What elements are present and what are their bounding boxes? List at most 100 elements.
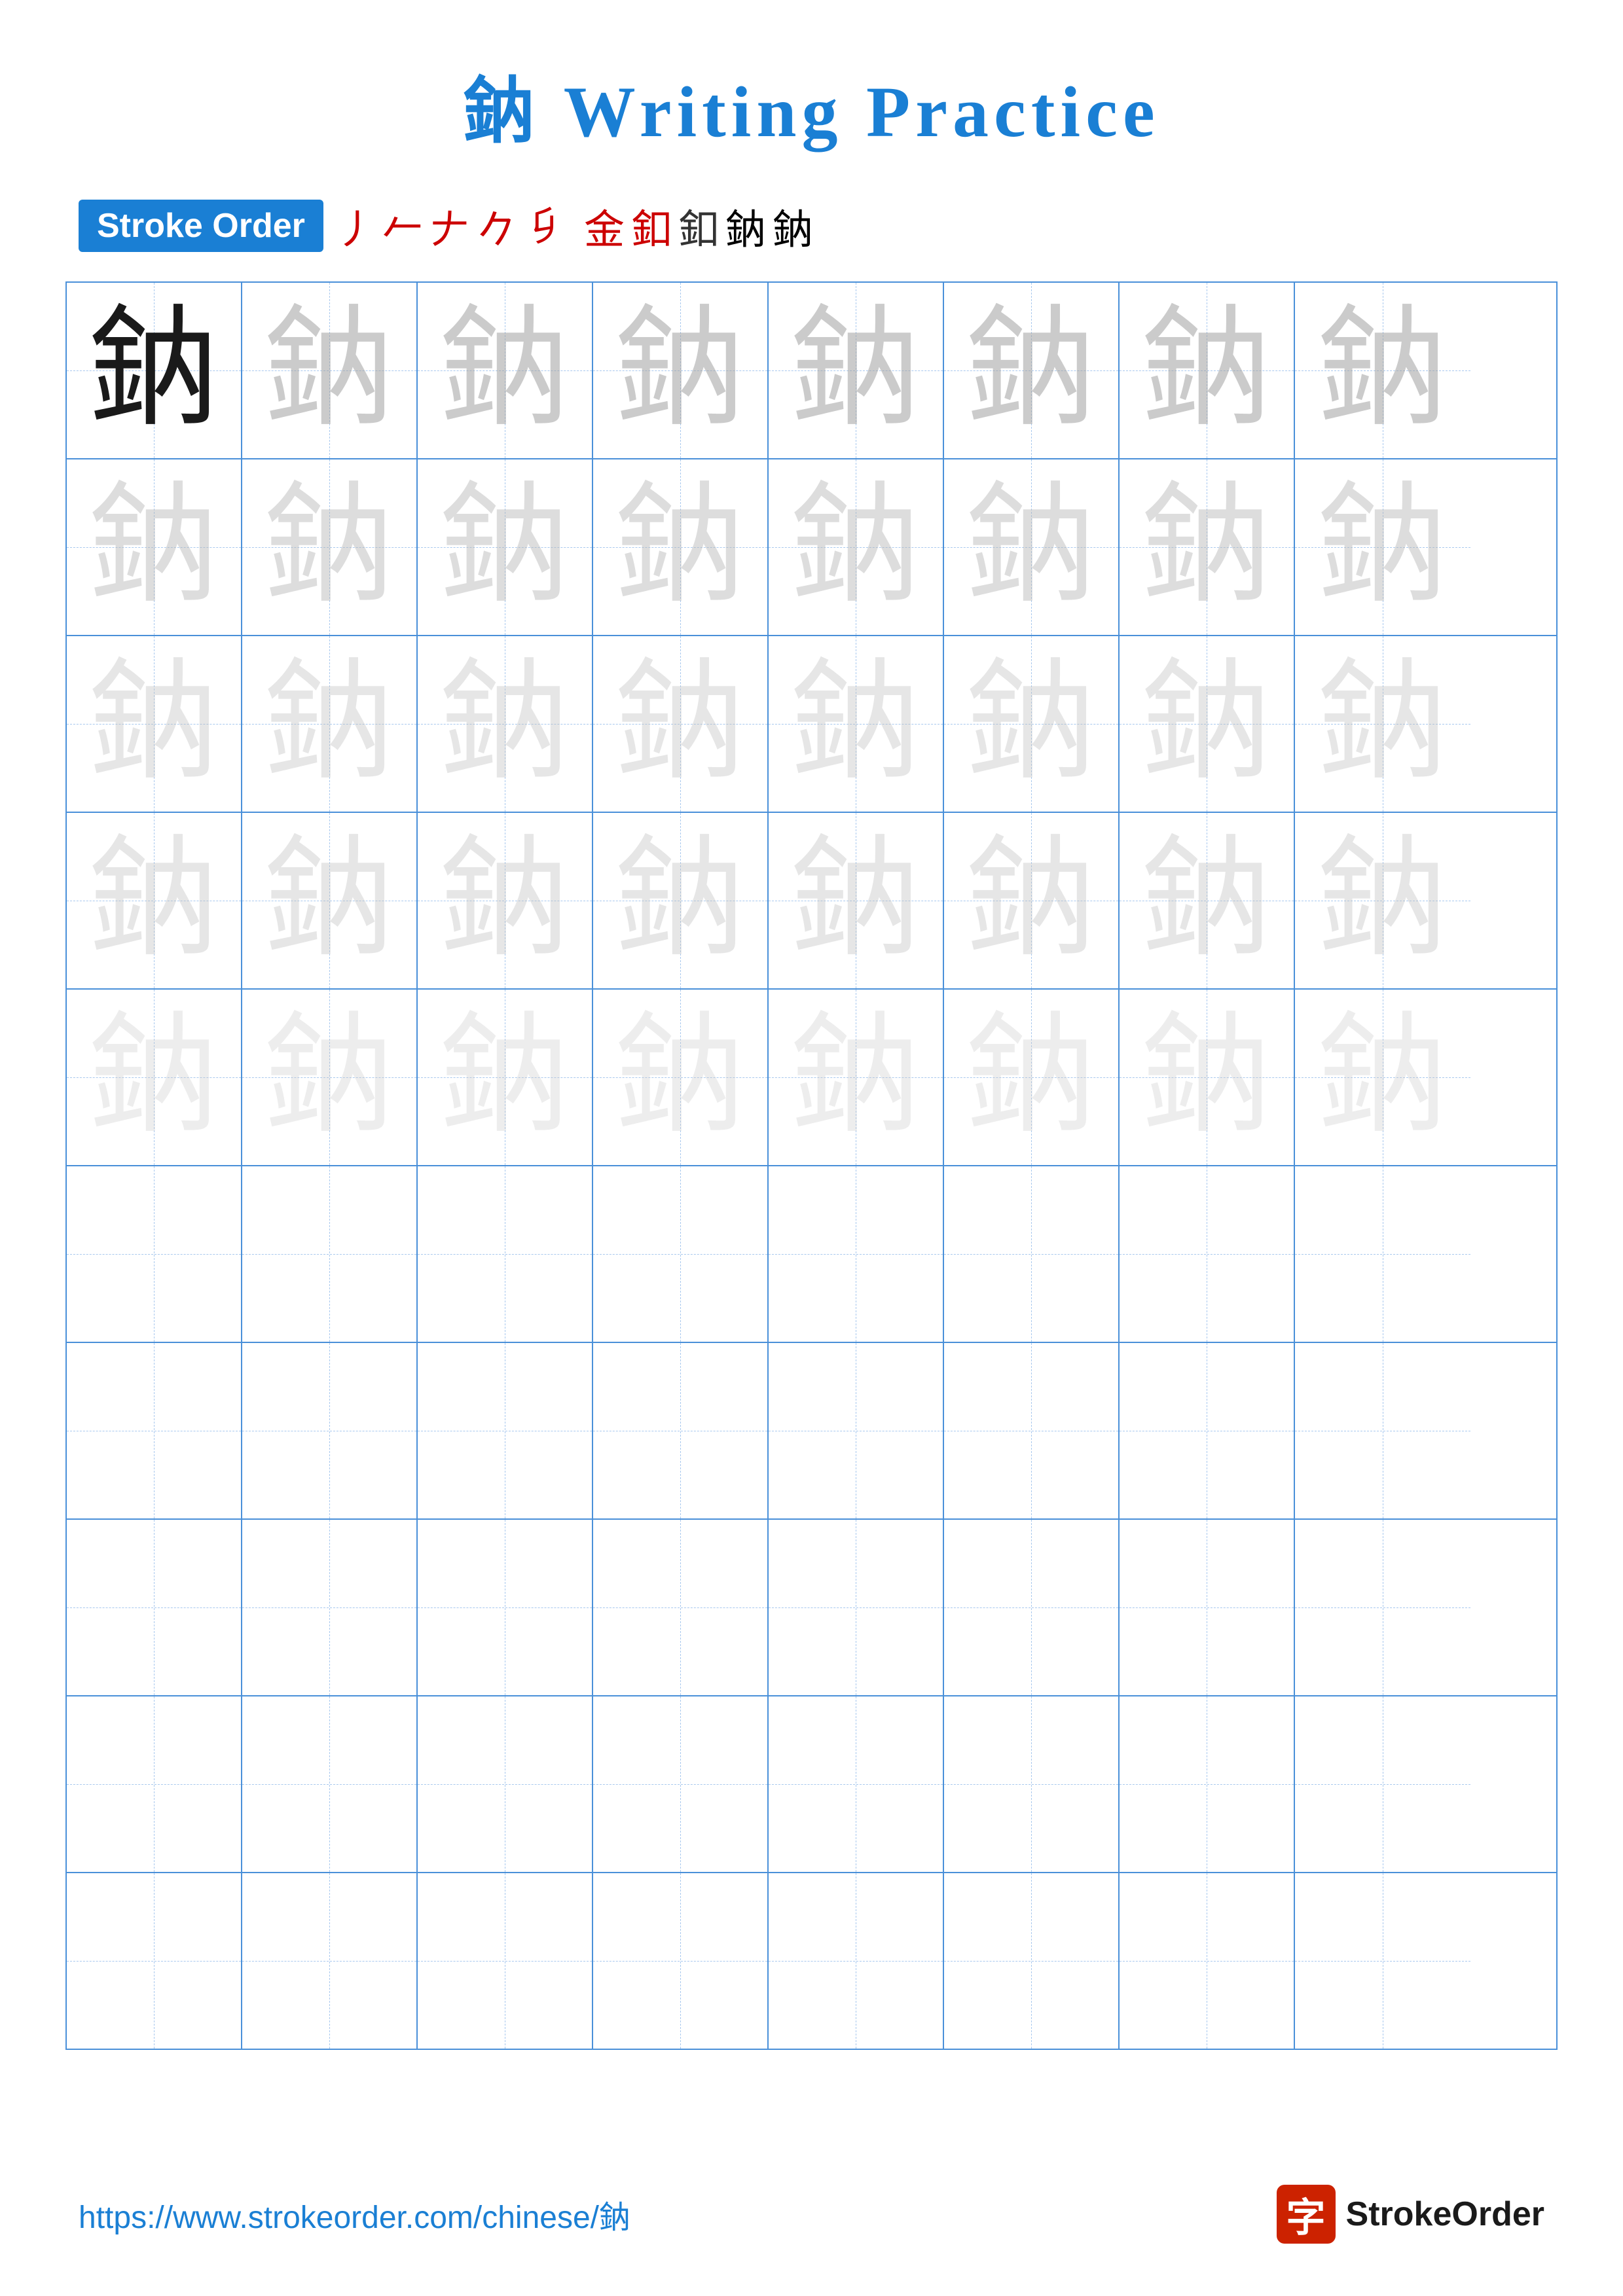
grid-cell-7-8[interactable] xyxy=(1295,1343,1470,1518)
grid-cell-1-2[interactable]: 鈉 xyxy=(242,283,418,458)
grid-cell-5-8[interactable]: 鈉 xyxy=(1295,990,1470,1165)
stroke-8: 金 xyxy=(584,196,625,255)
char-light: 鈉 xyxy=(790,1012,921,1143)
grid-cell-2-3[interactable]: 鈉 xyxy=(418,459,593,635)
grid-cell-1-7[interactable]: 鈉 xyxy=(1120,283,1295,458)
grid-cell-10-6[interactable] xyxy=(944,1873,1120,2049)
grid-cell-8-1[interactable] xyxy=(67,1520,242,1695)
grid-cell-3-3[interactable]: 鈉 xyxy=(418,636,593,812)
grid-cell-8-5[interactable] xyxy=(769,1520,944,1695)
grid-cell-4-6[interactable]: 鈉 xyxy=(944,813,1120,988)
char-light: 鈉 xyxy=(790,305,921,436)
grid-cell-4-3[interactable]: 鈉 xyxy=(418,813,593,988)
grid-cell-6-8[interactable] xyxy=(1295,1166,1470,1342)
stroke-11: 鈉 xyxy=(725,196,766,255)
char-light: 鈉 xyxy=(439,658,570,789)
grid-cell-10-7[interactable] xyxy=(1120,1873,1295,2049)
char-light: 鈉 xyxy=(1317,482,1448,613)
grid-cell-4-7[interactable]: 鈉 xyxy=(1120,813,1295,988)
grid-cell-6-4[interactable] xyxy=(593,1166,769,1342)
grid-cell-8-4[interactable] xyxy=(593,1520,769,1695)
grid-cell-5-5[interactable]: 鈉 xyxy=(769,990,944,1165)
grid-cell-1-1[interactable]: 鈉 xyxy=(67,283,242,458)
grid-cell-8-6[interactable] xyxy=(944,1520,1120,1695)
grid-cell-6-1[interactable] xyxy=(67,1166,242,1342)
grid-cell-2-6[interactable]: 鈉 xyxy=(944,459,1120,635)
grid-cell-9-5[interactable] xyxy=(769,1696,944,1872)
grid-cell-7-5[interactable] xyxy=(769,1343,944,1518)
grid-cell-5-3[interactable]: 鈉 xyxy=(418,990,593,1165)
grid-cell-10-4[interactable] xyxy=(593,1873,769,2049)
grid-cell-6-7[interactable] xyxy=(1120,1166,1295,1342)
grid-cell-9-3[interactable] xyxy=(418,1696,593,1872)
grid-cell-1-3[interactable]: 鈉 xyxy=(418,283,593,458)
char-light: 鈉 xyxy=(264,482,395,613)
grid-cell-3-4[interactable]: 鈉 xyxy=(593,636,769,812)
stroke-5: 𠂎 xyxy=(524,202,564,251)
grid-cell-2-7[interactable]: 鈉 xyxy=(1120,459,1295,635)
grid-cell-5-7[interactable]: 鈉 xyxy=(1120,990,1295,1165)
grid-cell-2-2[interactable]: 鈉 xyxy=(242,459,418,635)
grid-cell-2-1[interactable]: 鈉 xyxy=(67,459,242,635)
char-light: 鈉 xyxy=(615,482,746,613)
grid-cell-7-1[interactable] xyxy=(67,1343,242,1518)
grid-cell-4-1[interactable]: 鈉 xyxy=(67,813,242,988)
grid-cell-7-6[interactable] xyxy=(944,1343,1120,1518)
grid-cell-6-5[interactable] xyxy=(769,1166,944,1342)
grid-cell-3-6[interactable]: 鈉 xyxy=(944,636,1120,812)
grid-cell-1-5[interactable]: 鈉 xyxy=(769,283,944,458)
grid-cell-4-4[interactable]: 鈉 xyxy=(593,813,769,988)
stroke-1: 丿 xyxy=(335,196,376,255)
grid-cell-3-7[interactable]: 鈉 xyxy=(1120,636,1295,812)
grid-cell-5-2[interactable]: 鈉 xyxy=(242,990,418,1165)
grid-cell-3-1[interactable]: 鈉 xyxy=(67,636,242,812)
grid-cell-1-6[interactable]: 鈉 xyxy=(944,283,1120,458)
grid-cell-3-2[interactable]: 鈉 xyxy=(242,636,418,812)
grid-cell-7-2[interactable] xyxy=(242,1343,418,1518)
grid-row-6 xyxy=(67,1166,1556,1343)
grid-cell-9-6[interactable] xyxy=(944,1696,1120,1872)
char-light: 鈉 xyxy=(1317,1012,1448,1143)
grid-cell-6-6[interactable] xyxy=(944,1166,1120,1342)
grid-cell-8-8[interactable] xyxy=(1295,1520,1470,1695)
grid-cell-4-5[interactable]: 鈉 xyxy=(769,813,944,988)
grid-cell-9-4[interactable] xyxy=(593,1696,769,1872)
grid-cell-10-5[interactable] xyxy=(769,1873,944,2049)
char-light: 鈉 xyxy=(615,658,746,789)
stroke-12: 鈉 xyxy=(773,196,813,255)
char-light: 鈉 xyxy=(966,658,1097,789)
grid-cell-9-1[interactable] xyxy=(67,1696,242,1872)
grid-cell-3-5[interactable]: 鈉 xyxy=(769,636,944,812)
grid-cell-3-8[interactable]: 鈉 xyxy=(1295,636,1470,812)
grid-cell-5-6[interactable]: 鈉 xyxy=(944,990,1120,1165)
grid-cell-2-8[interactable]: 鈉 xyxy=(1295,459,1470,635)
grid-cell-10-3[interactable] xyxy=(418,1873,593,2049)
grid-cell-5-1[interactable]: 鈉 xyxy=(67,990,242,1165)
char-light: 鈉 xyxy=(264,305,395,436)
grid-cell-8-2[interactable] xyxy=(242,1520,418,1695)
grid-cell-8-3[interactable] xyxy=(418,1520,593,1695)
stroke-3: 𠂇 xyxy=(429,196,470,255)
grid-cell-2-5[interactable]: 鈉 xyxy=(769,459,944,635)
char-light: 鈉 xyxy=(1317,658,1448,789)
grid-cell-5-4[interactable]: 鈉 xyxy=(593,990,769,1165)
grid-cell-4-2[interactable]: 鈉 xyxy=(242,813,418,988)
grid-cell-10-2[interactable] xyxy=(242,1873,418,2049)
grid-cell-10-8[interactable] xyxy=(1295,1873,1470,2049)
grid-cell-4-8[interactable]: 鈉 xyxy=(1295,813,1470,988)
grid-cell-7-3[interactable] xyxy=(418,1343,593,1518)
grid-cell-1-4[interactable]: 鈉 xyxy=(593,283,769,458)
footer-link[interactable]: https://www.strokeorder.com/chinese/鈉 xyxy=(79,2191,630,2237)
footer: https://www.strokeorder.com/chinese/鈉 字 … xyxy=(0,2185,1623,2244)
grid-cell-9-8[interactable] xyxy=(1295,1696,1470,1872)
grid-cell-9-2[interactable] xyxy=(242,1696,418,1872)
grid-cell-1-8[interactable]: 鈉 xyxy=(1295,283,1470,458)
grid-cell-9-7[interactable] xyxy=(1120,1696,1295,1872)
grid-cell-2-4[interactable]: 鈉 xyxy=(593,459,769,635)
grid-cell-6-2[interactable] xyxy=(242,1166,418,1342)
grid-cell-7-4[interactable] xyxy=(593,1343,769,1518)
grid-cell-8-7[interactable] xyxy=(1120,1520,1295,1695)
grid-cell-6-3[interactable] xyxy=(418,1166,593,1342)
grid-cell-7-7[interactable] xyxy=(1120,1343,1295,1518)
grid-cell-10-1[interactable] xyxy=(67,1873,242,2049)
